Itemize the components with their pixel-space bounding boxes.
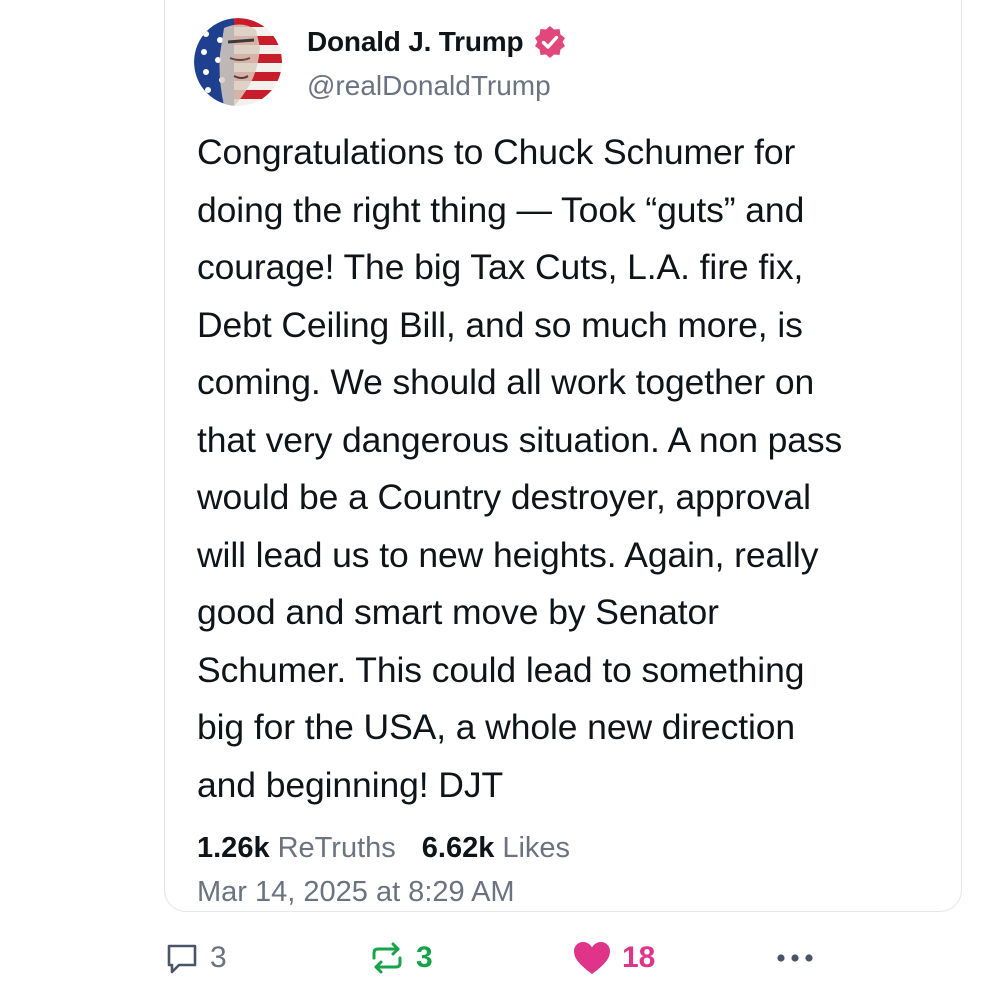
reply-count: 3	[210, 941, 227, 974]
likes-label: Likes	[502, 832, 571, 864]
retruth-button[interactable]: 3	[368, 935, 433, 981]
retruth-count: 3	[416, 941, 433, 974]
post-stats: 1.26k ReTruths 6.62k Likes	[197, 832, 570, 865]
verified-badge-icon	[533, 25, 567, 59]
like-button[interactable]: 18	[572, 935, 655, 981]
likes-stat[interactable]: 6.62k Likes	[422, 832, 570, 865]
retruths-count: 1.26k	[197, 832, 270, 864]
more-options-button[interactable]	[775, 935, 815, 981]
post-body: Congratulations to Chuck Schumer for doi…	[197, 132, 843, 805]
heart-icon	[574, 942, 610, 974]
retruths-stat[interactable]: 1.26k ReTruths	[197, 832, 396, 865]
author-handle[interactable]: @realDonaldTrump	[307, 70, 551, 102]
ellipsis-icon	[777, 954, 813, 962]
reply-button[interactable]: 3	[164, 935, 227, 981]
avatar-image	[194, 18, 282, 106]
repost-arrows-icon	[372, 942, 402, 974]
like-count: 18	[622, 941, 656, 974]
avatar[interactable]	[194, 18, 282, 106]
likes-count: 6.62k	[421, 832, 495, 864]
post-timestamp: Mar 14, 2025 at 8:29 AM	[197, 876, 515, 908]
retruths-label: ReTruths	[277, 832, 396, 864]
author-name[interactable]: Donald J. Trump	[307, 26, 524, 58]
author-row: Donald J. Trump	[307, 22, 567, 62]
speech-bubble-icon	[167, 944, 197, 974]
